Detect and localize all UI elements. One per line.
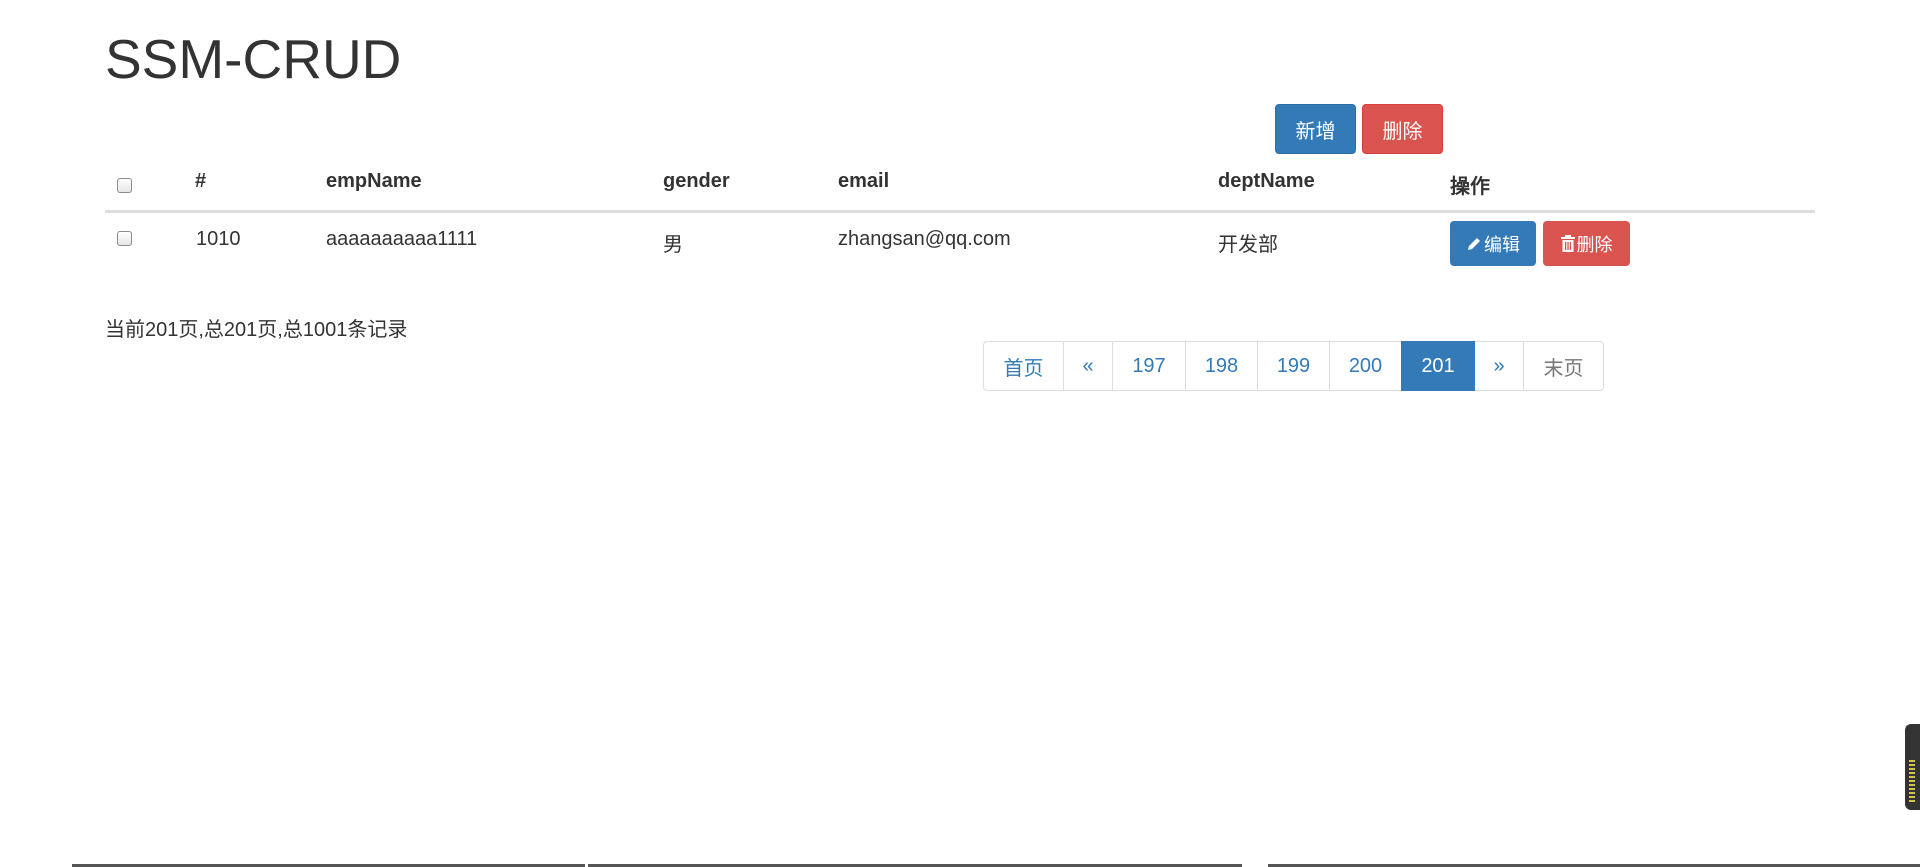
header-email: email [838,170,890,192]
pencil-icon [1468,237,1480,250]
cell-id: 1010 [196,228,241,250]
cell-gender: 男 [663,234,683,256]
page-first[interactable]: 首页 [983,341,1064,391]
header-dept-name: deptName [1218,170,1315,192]
table-header: # empName gender email deptName 操作 [105,160,1815,213]
edit-button[interactable]: 编辑 [1450,221,1536,266]
header-gender: gender [663,170,730,192]
page-prev[interactable]: « [1063,341,1113,391]
row-checkbox[interactable] [117,231,132,246]
page-last[interactable]: 末页 [1523,341,1604,391]
level-bars-icon [1909,760,1915,802]
page-number[interactable]: 198 [1185,341,1258,391]
page-number[interactable]: 200 [1329,341,1402,391]
page-number[interactable]: 197 [1112,341,1186,391]
page-title: SSM-CRUD [105,28,402,90]
pagination: 首页 « 197 198 199 200 201 » 末页 [983,341,1604,391]
page-next[interactable]: » [1474,341,1524,391]
edit-button-label: 编辑 [1484,234,1520,255]
add-button[interactable]: 新增 [1275,104,1356,154]
delete-button[interactable]: 删除 [1543,221,1630,266]
table-row: 1010 aaaaaaaaaa1111 男 zhangsan@qq.com 开发… [105,213,1815,271]
bulk-delete-button[interactable]: 删除 [1362,104,1443,154]
select-all-checkbox[interactable] [117,178,132,193]
employee-table: # empName gender email deptName 操作 1010 … [105,160,1815,271]
page-info: 当前201页,总201页,总1001条记录 [105,319,408,341]
page-number-active[interactable]: 201 [1401,341,1475,391]
page: SSM-CRUD 新增 删除 # empName gender email de… [0,0,1920,867]
page-number[interactable]: 199 [1257,341,1330,391]
delete-button-label: 删除 [1576,234,1613,255]
trash-icon [1560,235,1575,252]
cell-email: zhangsan@qq.com [838,228,1011,250]
cell-emp-name: aaaaaaaaaa1111 [326,228,478,250]
header-emp-name: empName [326,170,422,192]
side-widget[interactable] [1905,724,1920,810]
cell-dept-name: 开发部 [1218,234,1278,256]
header-id: # [195,170,207,192]
header-actions: 操作 [1450,176,1490,198]
